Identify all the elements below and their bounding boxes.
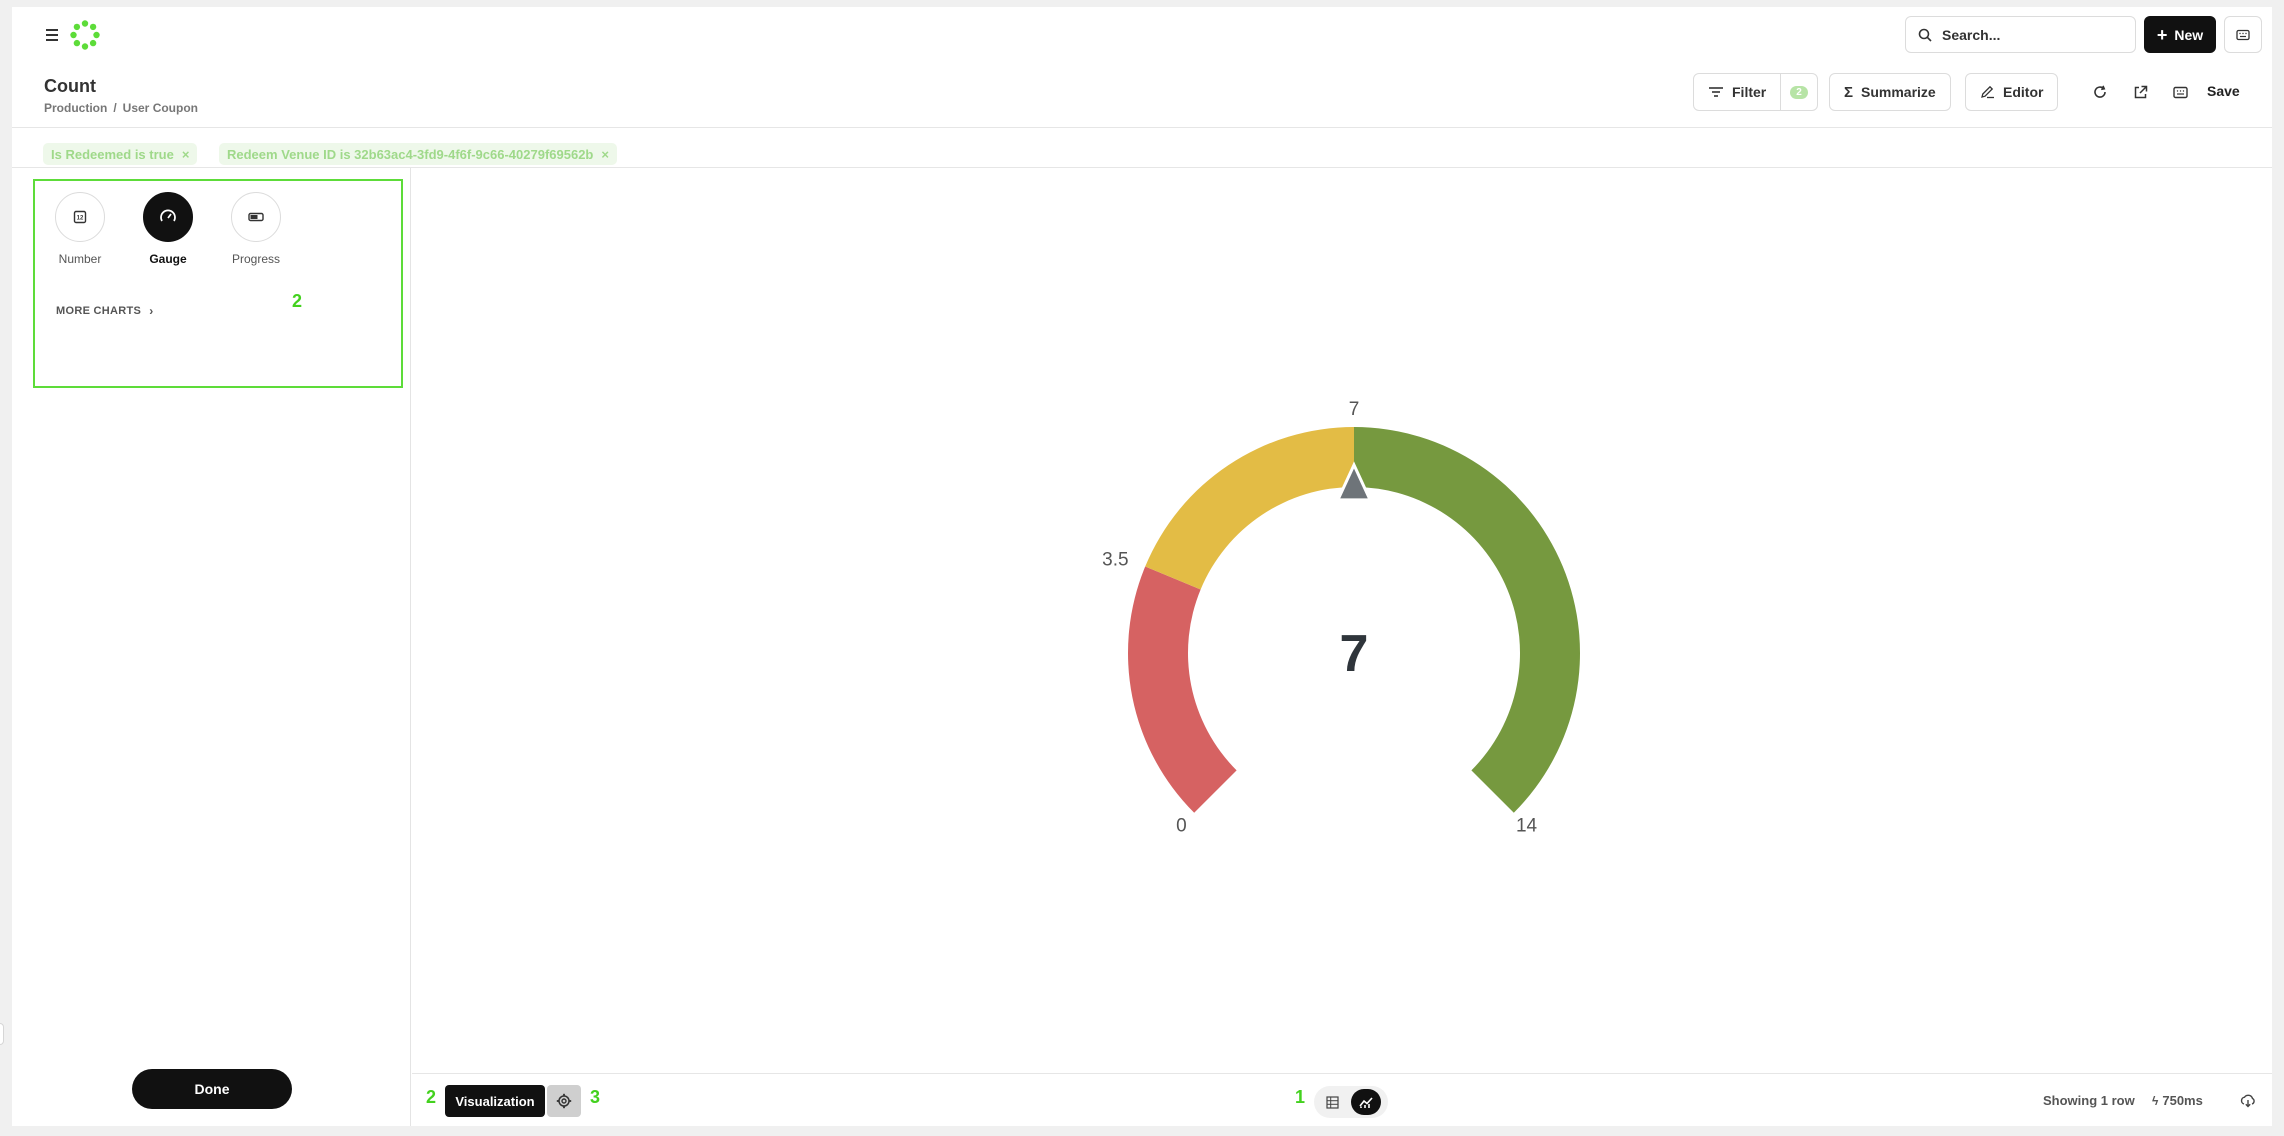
chart-option-number[interactable]: 12 Number	[50, 192, 110, 266]
view-toggle	[1314, 1086, 1388, 1118]
breadcrumb-separator: /	[113, 101, 117, 115]
gauge-icon[interactable]	[143, 192, 193, 242]
svg-text:12: 12	[77, 216, 84, 222]
filter-chip-label: Redeem Venue ID is 32b63ac4-3fd9-4f6f-9c…	[227, 146, 594, 162]
filter-count-badge: 2	[1790, 85, 1808, 99]
more-charts-link[interactable]: MORE CHARTS ›	[56, 304, 154, 318]
logo-icon[interactable]	[70, 20, 100, 50]
table-view-toggle[interactable]	[1317, 1089, 1347, 1115]
gauge-value: 7	[1340, 625, 1369, 683]
save-button[interactable]: Save	[2207, 83, 2240, 99]
annotation-marker: 2	[292, 291, 303, 311]
embed-icon[interactable]	[2169, 81, 2191, 103]
filter-chip-label: Is Redeemed is true	[51, 146, 174, 162]
gauge-tick-label: 0	[1176, 816, 1187, 837]
summarize-button-label: Summarize	[1861, 84, 1936, 100]
breadcrumb: Production / User Coupon	[44, 101, 198, 115]
filter-button-label: Filter	[1732, 84, 1767, 100]
chart-option-progress[interactable]: Progress	[226, 192, 286, 266]
gauge-tick-label: 14	[1516, 816, 1538, 837]
close-icon[interactable]: ×	[182, 147, 190, 162]
chart-option-gauge[interactable]: Gauge	[138, 192, 198, 266]
gear-icon	[556, 1093, 572, 1109]
settings-button[interactable]	[547, 1085, 581, 1117]
chart-view-toggle[interactable]	[1351, 1089, 1381, 1115]
row-count: Showing 1 row	[2043, 1093, 2135, 1108]
new-button[interactable]: + New	[2144, 16, 2216, 53]
query-timing-value: 750ms	[2162, 1093, 2203, 1108]
filter-button-group: Filter 2	[1693, 73, 1818, 111]
footer-divider	[412, 1073, 2272, 1074]
app-window: + New Count Production / User Coupon Fil…	[12, 7, 2272, 1126]
filter-count-toggle[interactable]: 2	[1780, 74, 1817, 110]
gauge-segment-0	[1128, 566, 1237, 813]
sigma-icon: Σ	[1844, 83, 1854, 101]
table-icon	[1325, 1095, 1339, 1109]
annotation-marker: 2	[426, 1087, 437, 1107]
keyboard-icon[interactable]	[2224, 16, 2262, 53]
breadcrumb-item-database[interactable]: Production	[44, 101, 107, 115]
filter-chip-redeemed[interactable]: Is Redeemed is true ×	[43, 143, 198, 165]
search-box[interactable]	[1905, 16, 2136, 53]
page-title: Count	[44, 76, 96, 96]
filter-icon	[1709, 87, 1723, 97]
share-icon[interactable]	[2129, 81, 2151, 103]
query-timing: ϟ 750ms	[2152, 1093, 2203, 1108]
chevron-right-icon: ›	[149, 304, 154, 318]
progress-icon[interactable]	[231, 192, 281, 242]
gauge-chart: 0 3.5 7 14 7	[1102, 399, 1580, 837]
header-divider	[12, 127, 2272, 128]
chart-option-label: Progress	[231, 252, 281, 266]
close-icon[interactable]: ×	[601, 147, 609, 162]
new-button-label: New	[2174, 26, 2204, 43]
filter-chip-venue[interactable]: Redeem Venue ID is 32b63ac4-3fd9-4f6f-9c…	[219, 143, 617, 165]
filter-button[interactable]: Filter	[1694, 74, 1780, 110]
plus-icon: +	[2156, 24, 2168, 45]
visualization-button[interactable]: Visualization	[445, 1085, 545, 1117]
sidebar-collapse-handle[interactable]	[0, 1023, 4, 1045]
editor-button[interactable]: Editor	[1965, 73, 2059, 111]
chart-option-label: Gauge	[149, 252, 187, 266]
menu-icon[interactable]	[42, 25, 62, 45]
done-button[interactable]: Done	[132, 1069, 292, 1109]
search-input[interactable]	[1942, 26, 2112, 43]
annotation-marker: 1	[1295, 1087, 1306, 1107]
annotation-marker: 3	[590, 1087, 601, 1107]
gauge-tick-label: 3.5	[1102, 550, 1128, 571]
search-icon	[1918, 28, 1932, 42]
chart-icon	[1359, 1097, 1373, 1108]
pencil-icon	[1981, 85, 1994, 99]
download-icon[interactable]	[2238, 1091, 2258, 1111]
chart-option-label: Number	[58, 252, 102, 266]
breadcrumb-item-table[interactable]: User Coupon	[123, 101, 198, 115]
gauge-tick-label: 7	[1349, 399, 1360, 420]
editor-button-label: Editor	[2003, 84, 2044, 100]
refresh-icon[interactable]	[2089, 81, 2111, 103]
more-charts-label: MORE CHARTS	[56, 305, 142, 317]
gauge-segment-1	[1145, 427, 1354, 590]
bolt-icon: ϟ	[2152, 1093, 2159, 1108]
number-icon[interactable]: 12	[55, 192, 105, 242]
gauge-segment-2	[1354, 427, 1580, 813]
top-navigation: + New	[12, 7, 2272, 65]
summarize-button[interactable]: Σ Summarize	[1829, 73, 1951, 111]
